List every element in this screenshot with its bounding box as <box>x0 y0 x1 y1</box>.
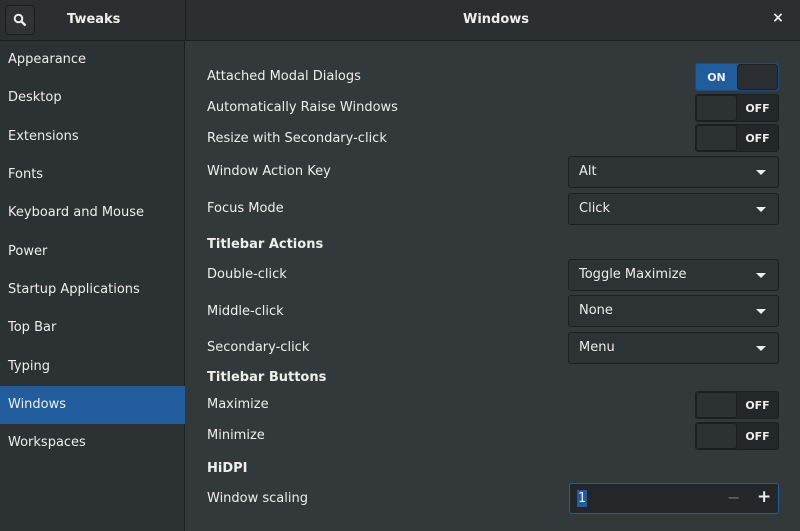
switch-knob[interactable] <box>696 125 738 151</box>
dropdown-arrow-icon <box>756 273 766 278</box>
sidebar-item-typing[interactable]: Typing <box>0 348 185 386</box>
sidebar-item-appearance[interactable]: Appearance <box>0 41 185 79</box>
secondary-click-dropdown[interactable]: Menu <box>568 332 779 364</box>
maximize-switch[interactable]: OFF <box>695 391 779 419</box>
scaling-input[interactable]: 1 <box>577 490 588 507</box>
hidpi-heading: HiDPI <box>207 461 248 476</box>
focus-mode-dropdown[interactable]: Click <box>568 193 779 225</box>
sidebar-item-extensions[interactable]: Extensions <box>0 118 185 156</box>
sidebar-item-windows[interactable]: Windows <box>0 386 185 424</box>
titlebar-buttons-heading: Titlebar Buttons <box>207 370 327 385</box>
dropdown-arrow-icon <box>756 309 766 314</box>
titlebar-actions-heading: Titlebar Actions <box>207 237 324 252</box>
page-title: Windows <box>463 12 530 27</box>
dropdown-value: Alt <box>579 164 597 179</box>
double-click-dropdown[interactable]: Toggle Maximize <box>568 259 779 291</box>
switch-knob[interactable] <box>696 95 738 121</box>
header-bar: Tweaks Windows × <box>0 0 800 41</box>
middle-click-label: Middle-click <box>207 304 284 319</box>
dropdown-arrow-icon <box>756 346 766 351</box>
search-icon <box>13 13 27 27</box>
switch-knob[interactable] <box>696 392 738 418</box>
auto-raise-label: Automatically Raise Windows <box>207 100 398 115</box>
switch-knob[interactable] <box>696 423 738 449</box>
attached-modal-label: Attached Modal Dialogs <box>207 69 361 84</box>
dropdown-arrow-icon <box>756 207 766 212</box>
attached-modal-switch[interactable]: ON <box>695 63 779 91</box>
decrement-button[interactable]: − <box>727 488 740 507</box>
sidebar-item-power[interactable]: Power <box>0 233 185 271</box>
maximize-label: Maximize <box>207 397 269 412</box>
close-icon[interactable]: × <box>768 10 788 30</box>
dropdown-value: None <box>579 303 613 318</box>
switch-state: OFF <box>745 101 770 115</box>
switch-knob[interactable] <box>736 64 778 90</box>
minimize-label: Minimize <box>207 428 265 443</box>
switch-state: OFF <box>745 131 770 145</box>
sidebar-item-fonts[interactable]: Fonts <box>0 156 185 194</box>
dropdown-value: Toggle Maximize <box>579 267 687 282</box>
window-scaling-label: Window scaling <box>207 491 308 506</box>
focus-mode-label: Focus Mode <box>207 201 284 216</box>
window-scaling-spinbutton[interactable]: 1 − + <box>569 483 779 514</box>
search-button[interactable] <box>5 5 35 35</box>
dropdown-arrow-icon <box>756 170 766 175</box>
sidebar-item-top-bar[interactable]: Top Bar <box>0 309 185 347</box>
switch-state: ON <box>707 70 726 84</box>
app-title: Tweaks <box>67 12 121 27</box>
switch-state: OFF <box>745 429 770 443</box>
middle-click-dropdown[interactable]: None <box>568 295 779 327</box>
dropdown-value: Menu <box>579 340 615 355</box>
minimize-switch[interactable]: OFF <box>695 422 779 450</box>
secondary-click-label: Secondary-click <box>207 340 310 355</box>
sidebar-item-workspaces[interactable]: Workspaces <box>0 424 185 462</box>
resize-secondary-label: Resize with Secondary-click <box>207 131 387 146</box>
increment-button[interactable]: + <box>757 487 771 507</box>
sidebar-item-keyboard-mouse[interactable]: Keyboard and Mouse <box>0 194 185 232</box>
action-key-label: Window Action Key <box>207 164 331 179</box>
header-divider <box>185 0 186 41</box>
sidebar-item-desktop[interactable]: Desktop <box>0 79 185 117</box>
resize-secondary-switch[interactable]: OFF <box>695 124 779 152</box>
dropdown-value: Click <box>579 201 610 216</box>
switch-state: OFF <box>745 398 770 412</box>
sidebar-item-startup-applications[interactable]: Startup Applications <box>0 271 185 309</box>
sidebar: Appearance Desktop Extensions Fonts Keyb… <box>0 41 185 531</box>
double-click-label: Double-click <box>207 267 287 282</box>
auto-raise-switch[interactable]: OFF <box>695 94 779 122</box>
action-key-dropdown[interactable]: Alt <box>568 156 779 188</box>
